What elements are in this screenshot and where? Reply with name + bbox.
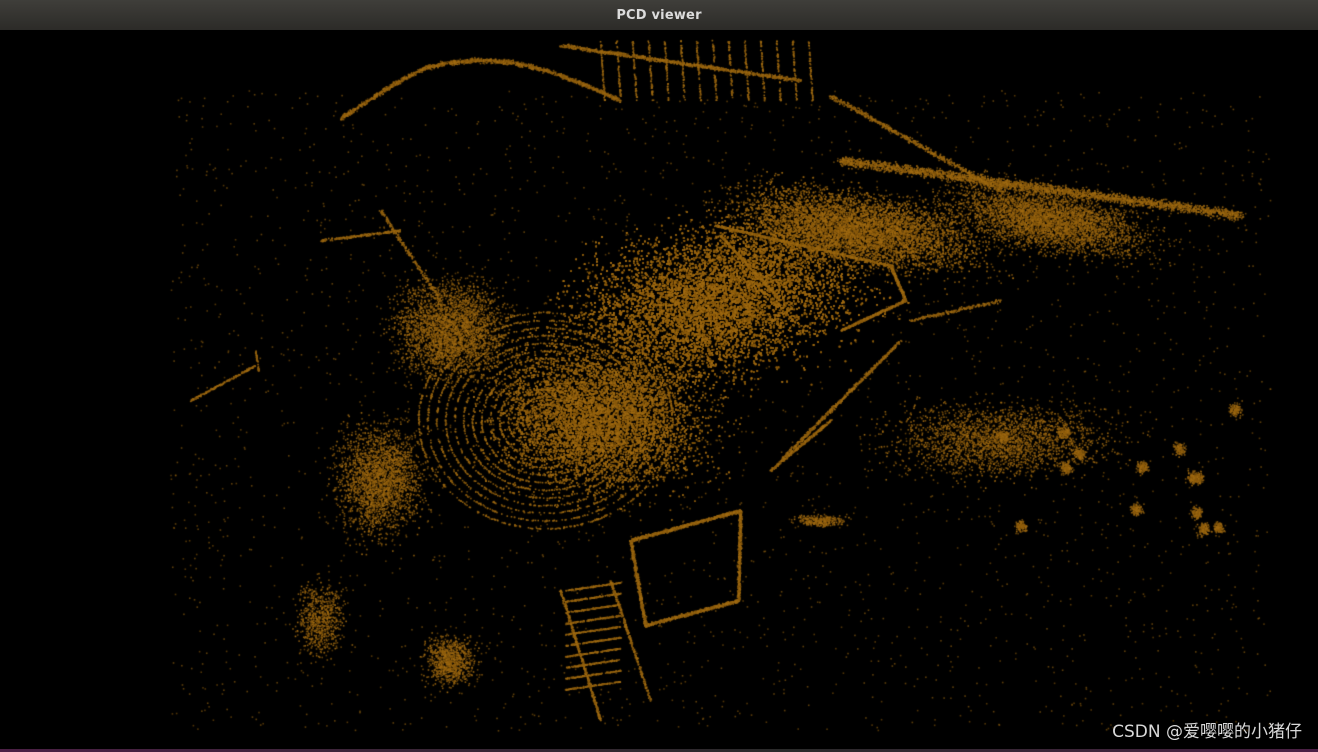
- point-cloud-canvas[interactable]: [0, 30, 1318, 752]
- window-title: PCD viewer: [616, 7, 702, 23]
- point-cloud-viewport[interactable]: [0, 30, 1318, 752]
- watermark: CSDN @爱嘤嘤的小猪仔: [1112, 722, 1302, 742]
- window-titlebar[interactable]: PCD viewer: [0, 0, 1318, 31]
